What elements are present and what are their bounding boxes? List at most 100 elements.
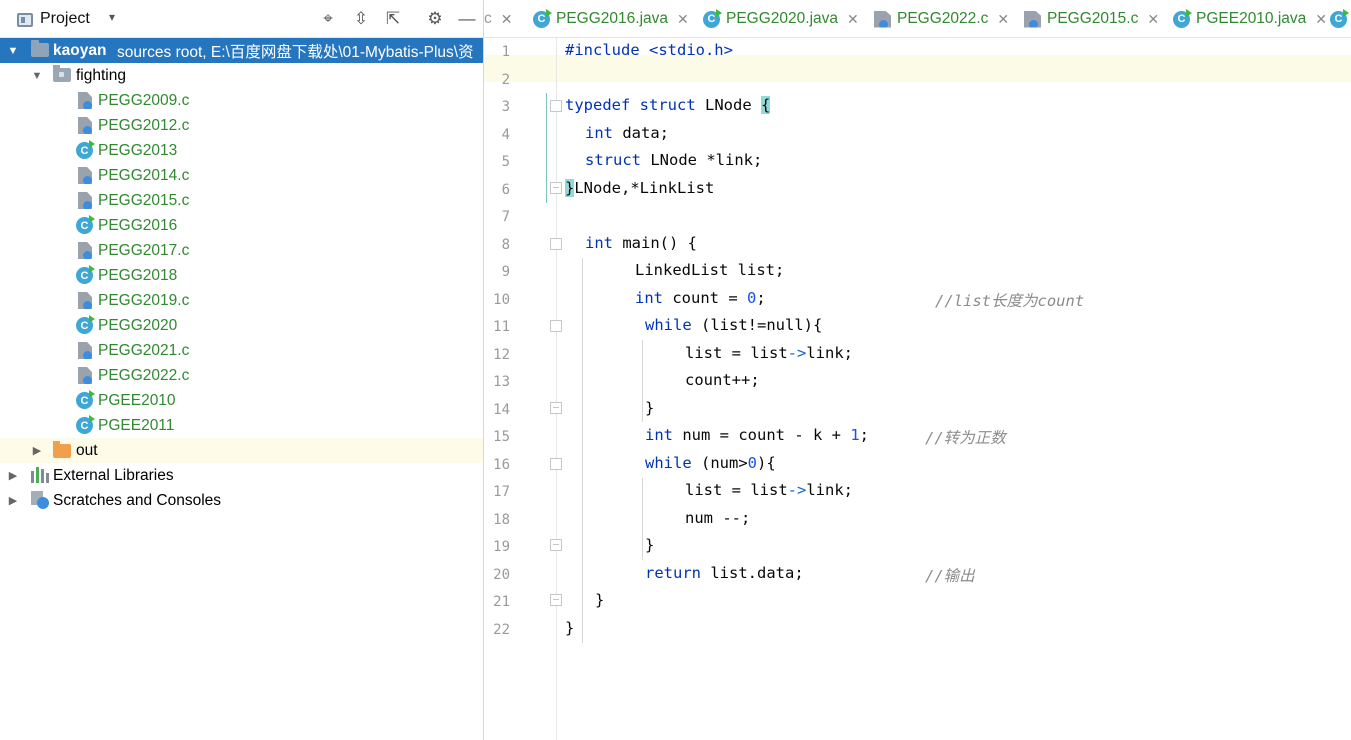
line-number: 6 <box>501 181 510 198</box>
c-file-icon <box>78 117 92 134</box>
folder-label: fighting <box>76 66 126 84</box>
minimize-icon[interactable]: — <box>456 8 478 30</box>
chevron-right-icon[interactable]: ▶ <box>6 469 20 483</box>
code-line-11: while (list!=null){ <box>645 316 823 334</box>
java-class-icon: C <box>76 415 95 434</box>
project-view-title[interactable]: Project <box>40 10 90 28</box>
code-line-10: int count = 0; <box>635 289 766 307</box>
line-number: 15 <box>493 429 510 445</box>
c-file-icon <box>1024 10 1041 28</box>
chevron-down-icon[interactable]: ▼ <box>30 69 44 83</box>
c-file-icon <box>78 167 92 184</box>
line-number: 5 <box>501 154 510 170</box>
external-libraries-label: External Libraries <box>53 466 174 484</box>
scratches-label: Scratches and Consoles <box>53 491 222 509</box>
chevron-right-icon[interactable]: ▶ <box>30 444 44 458</box>
c-file-icon <box>78 292 92 309</box>
line-number: 21 <box>493 594 510 610</box>
close-icon[interactable]: ✕ <box>501 11 513 28</box>
code-line-14: } <box>645 399 655 417</box>
line-number: 20 <box>493 566 510 583</box>
indent-guide <box>642 340 643 422</box>
c-file-icon <box>78 192 92 209</box>
file-name: PEGG2012.c <box>98 116 190 134</box>
close-icon[interactable]: ✕ <box>1147 11 1159 28</box>
tree-file-item[interactable]: C PEGG2020 <box>0 313 483 338</box>
module-folder-icon <box>31 40 49 57</box>
tab-pegg2020-java[interactable]: C PEGG2020.java ✕ <box>703 0 859 37</box>
tree-file-item[interactable]: PEGG2012.c <box>0 113 483 138</box>
chevron-down-icon[interactable]: ▾ <box>109 10 115 24</box>
tab-label: c <box>484 10 492 27</box>
close-icon[interactable]: ✕ <box>997 11 1009 28</box>
file-name: PEGG2013 <box>98 141 178 159</box>
expand-all-icon[interactable]: ⇳ <box>350 8 372 30</box>
tree-file-item[interactable]: PEGG2014.c <box>0 163 483 188</box>
code-line-17: list = list->link; <box>685 481 853 499</box>
code-line-19: } <box>645 536 655 554</box>
file-name: PGEE2010 <box>98 391 176 409</box>
code-line-15: int num = count - k + 1; <box>645 426 869 444</box>
chevron-down-icon[interactable]: ▼ <box>6 44 20 58</box>
tab-pegg2015-c[interactable]: PEGG2015.c ✕ <box>1024 0 1159 37</box>
line-number: 13 <box>493 374 510 390</box>
tree-file-item[interactable]: C PGEE2010 <box>0 388 483 413</box>
tree-file-item[interactable]: PEGG2015.c <box>0 188 483 213</box>
gear-icon[interactable]: ⚙ <box>424 8 446 30</box>
line-number: 8 <box>501 236 510 253</box>
tab-overflow[interactable]: C <box>1330 0 1351 37</box>
collapse-all-icon[interactable]: ⇱ <box>382 8 404 30</box>
tab-label: PEGG2015.c <box>1047 10 1139 27</box>
locate-icon[interactable]: ⌖ <box>317 8 339 30</box>
tree-file-item[interactable]: C PGEE2011 <box>0 413 483 438</box>
java-class-icon: C <box>76 390 95 409</box>
code-line-21: } <box>595 591 605 609</box>
code-line-22: } <box>565 619 575 637</box>
close-icon[interactable]: ✕ <box>1315 11 1327 28</box>
code-area[interactable]: #include <stdio.h> typedef struct LNode … <box>546 38 1351 740</box>
line-number: 17 <box>493 484 510 500</box>
file-name: PEGG2009.c <box>98 91 190 109</box>
code-comment-15: //转为正数 <box>925 429 1006 447</box>
code-line-6: }LNode,*LinkList <box>565 179 715 197</box>
java-class-icon: C <box>1173 8 1192 28</box>
code-line-18: num --; <box>685 509 751 527</box>
tab-label: PGEE2010.java <box>1196 10 1307 27</box>
code-line-5: struct LNode *link; <box>585 151 763 169</box>
tree-file-item[interactable]: C PEGG2013 <box>0 138 483 163</box>
code-line-13: count++; <box>685 371 760 389</box>
tree-file-item[interactable]: PEGG2021.c <box>0 338 483 363</box>
line-number: 7 <box>501 209 510 225</box>
project-window-icon <box>17 13 33 27</box>
root-module-name: kaoyan <box>53 41 107 59</box>
line-number: 14 <box>493 401 510 418</box>
tree-file-item[interactable]: PEGG2022.c <box>0 363 483 388</box>
tree-node-out[interactable]: ▶ out <box>0 438 483 463</box>
tab-pegg2022-c[interactable]: PEGG2022.c ✕ <box>874 0 1009 37</box>
close-icon[interactable]: ✕ <box>677 11 689 28</box>
file-name: PEGG2014.c <box>98 166 190 184</box>
line-number: 3 <box>501 99 510 115</box>
tree-node-external-libraries[interactable]: ▶ External Libraries <box>0 463 483 488</box>
file-name: PGEE2011 <box>98 416 175 434</box>
tab-partial[interactable]: c ✕ <box>484 0 513 37</box>
close-icon[interactable]: ✕ <box>847 11 859 28</box>
code-line-1: #include <stdio.h> <box>565 41 733 59</box>
chevron-right-icon[interactable]: ▶ <box>6 494 20 508</box>
tree-node-fighting[interactable]: ▼ fighting <box>0 63 483 88</box>
folder-label: out <box>76 441 98 459</box>
indent-guide <box>546 93 547 203</box>
tree-file-item[interactable]: C PEGG2016 <box>0 213 483 238</box>
java-class-icon: C <box>533 8 552 28</box>
tree-file-item[interactable]: C PEGG2018 <box>0 263 483 288</box>
tree-file-item[interactable]: PEGG2017.c <box>0 238 483 263</box>
folder-icon <box>53 65 71 82</box>
tab-pegg2016-java[interactable]: C PEGG2016.java ✕ <box>533 0 689 37</box>
tree-node-kaoyan[interactable]: ▼ kaoyan sources root, E:\百度网盘下载处\01-Myb… <box>0 38 483 63</box>
line-number: 18 <box>493 511 510 528</box>
tree-file-item[interactable]: PEGG2019.c <box>0 288 483 313</box>
tab-pgee2010-java[interactable]: C PGEE2010.java ✕ <box>1173 0 1327 37</box>
file-name: PEGG2020 <box>98 316 178 334</box>
tree-file-item[interactable]: PEGG2009.c <box>0 88 483 113</box>
tree-node-scratches[interactable]: ▶ Scratches and Consoles <box>0 488 483 513</box>
